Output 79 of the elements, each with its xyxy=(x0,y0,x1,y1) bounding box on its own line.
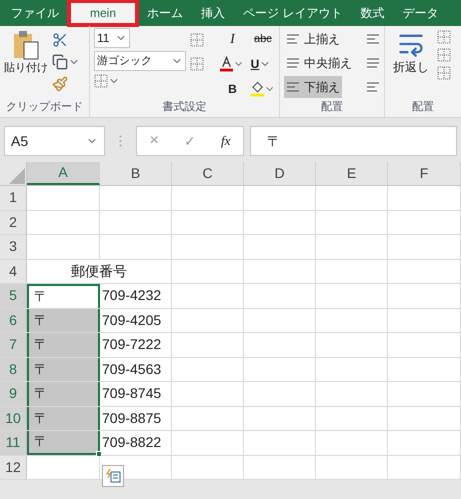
group-label: 配置 xyxy=(411,100,435,115)
cell-text: 〒 xyxy=(33,384,48,404)
ribbon-tab[interactable]: ページ レイアウト xyxy=(234,0,352,26)
copy-icon[interactable] xyxy=(52,54,68,70)
format-painter-icon[interactable] xyxy=(52,76,68,92)
strikethrough-button[interactable]: abc xyxy=(250,34,275,45)
column-header[interactable]: F xyxy=(388,162,461,185)
clipboard-icon xyxy=(12,30,40,60)
row-header[interactable]: 9 xyxy=(0,382,27,406)
fill-color-icon[interactable] xyxy=(250,80,264,96)
column-header[interactable]: E xyxy=(316,162,388,185)
row-header[interactable]: 12 xyxy=(0,456,27,479)
row-header[interactable]: 2 xyxy=(0,210,27,234)
group-label: クリップボード xyxy=(5,100,84,115)
border-icon[interactable] xyxy=(437,48,451,62)
ribbon-tab[interactable]: mein xyxy=(68,0,138,26)
cut-icon[interactable] xyxy=(52,32,68,48)
column-header[interactable]: B xyxy=(100,162,172,185)
row-header[interactable]: 7 xyxy=(0,333,27,356)
border-icon[interactable] xyxy=(190,56,204,70)
cell-text: 〒 xyxy=(33,335,48,354)
column-header[interactable]: C xyxy=(172,162,244,185)
font-name-field[interactable]: 游ゴシック xyxy=(94,51,186,71)
font-color-icon[interactable] xyxy=(220,56,234,72)
ribbon-tab[interactable]: ファイル xyxy=(2,0,68,26)
border-icon[interactable] xyxy=(190,32,204,46)
align-button[interactable]: 中央揃え xyxy=(284,52,354,74)
align-icon[interactable] xyxy=(366,33,380,45)
cell-text: 709-8745 xyxy=(101,384,162,404)
cell-text: 〒 xyxy=(33,310,48,330)
cell-text: 〒 xyxy=(33,287,48,306)
cell-text: 709-4232 xyxy=(101,286,162,306)
column-header[interactable]: D xyxy=(244,162,316,185)
row-header[interactable]: 1 xyxy=(0,186,27,210)
align-button[interactable]: 上揃え xyxy=(284,28,342,50)
align-icon[interactable] xyxy=(286,33,300,45)
grip-icon[interactable] xyxy=(119,135,122,147)
group-label: 書式設定 xyxy=(162,100,208,115)
italic-button[interactable]: I xyxy=(220,32,245,46)
wrap-text-button[interactable]: 折返し xyxy=(389,30,433,99)
cell-text: 〒 xyxy=(33,408,48,428)
cell-text: 709-8875 xyxy=(101,408,162,428)
ribbon-tab[interactable]: ホーム xyxy=(138,0,192,26)
cell-text: 〒 xyxy=(33,432,48,452)
cell-text: 709-8822 xyxy=(101,433,162,452)
cell-text: 〒 xyxy=(33,360,48,379)
underline-button[interactable]: U xyxy=(250,58,260,70)
ribbon-tab[interactable]: 数式 xyxy=(351,0,394,26)
border-icon[interactable] xyxy=(437,30,451,44)
group-label: 配置 xyxy=(320,100,344,115)
row-header[interactable]: 11 xyxy=(0,431,27,454)
align-icon[interactable] xyxy=(286,81,300,93)
name-box[interactable]: A5 xyxy=(4,126,105,156)
align-button[interactable]: 下揃え xyxy=(284,76,342,98)
formula-field[interactable]: 〒 xyxy=(250,126,457,156)
row-header[interactable]: 5 xyxy=(0,284,27,308)
border-icon[interactable] xyxy=(437,66,451,80)
align-icon[interactable] xyxy=(366,57,380,69)
fill-handle[interactable] xyxy=(96,450,102,456)
row-header[interactable]: 6 xyxy=(0,308,27,332)
flash-fill-icon[interactable] xyxy=(102,465,124,487)
paste-button[interactable]: 貼り付け xyxy=(4,30,48,99)
row-header[interactable]: 10 xyxy=(0,406,27,430)
cell-text: 709-4205 xyxy=(101,310,162,330)
border-icon[interactable] xyxy=(94,74,108,88)
align-icon[interactable] xyxy=(286,57,300,69)
row-header[interactable]: 8 xyxy=(0,358,27,381)
cell-text: 郵便番号 xyxy=(71,262,127,281)
ribbon-tab[interactable]: データ xyxy=(393,0,448,26)
row-header[interactable]: 3 xyxy=(0,235,27,258)
ribbon-tab[interactable]: 挿入 xyxy=(192,0,234,26)
column-header[interactable]: A xyxy=(27,162,100,185)
row-header[interactable]: 4 xyxy=(0,260,27,283)
cell-text: 709-7222 xyxy=(101,335,162,354)
font-size-field[interactable]: 11 xyxy=(94,28,130,48)
insert-function-button[interactable]: fx xyxy=(221,131,230,151)
bold-button[interactable]: B xyxy=(220,82,245,94)
cell-text: 709-4563 xyxy=(101,360,162,379)
align-icon[interactable] xyxy=(366,81,380,93)
